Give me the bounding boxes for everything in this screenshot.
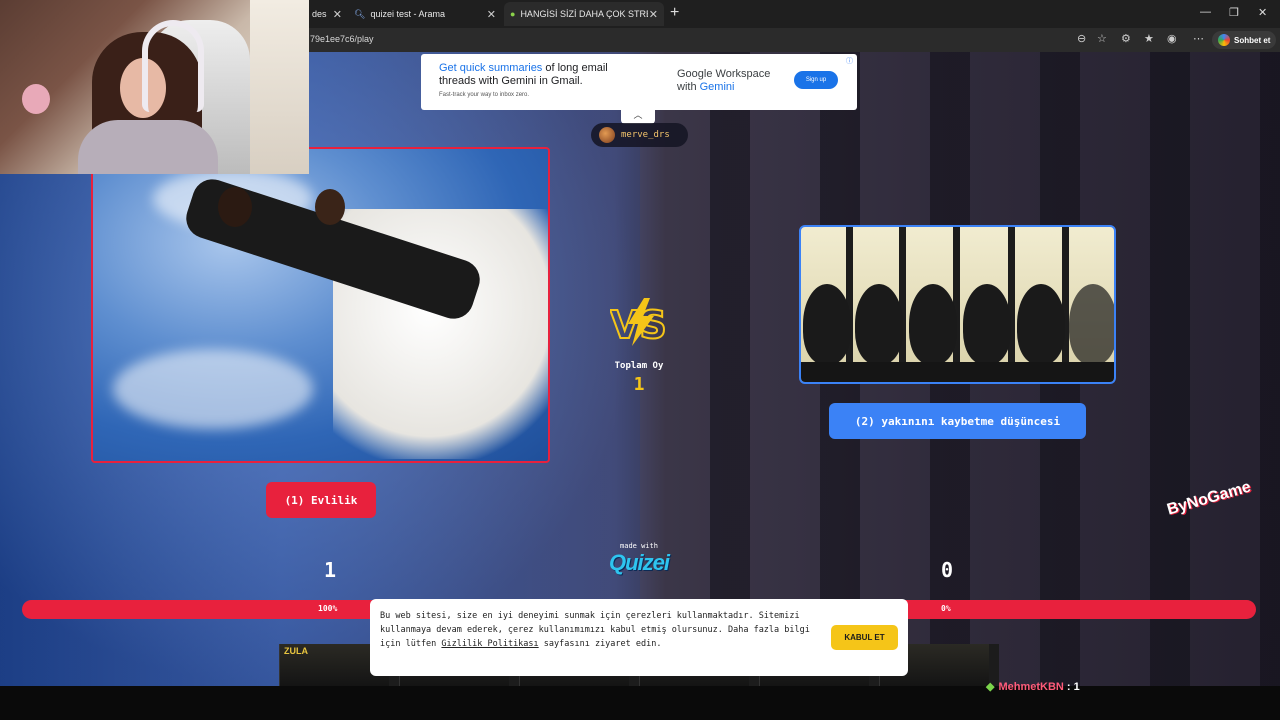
plush-toy-shape (22, 84, 50, 114)
tab-2-label: quizei test - Arama (370, 9, 445, 19)
accept-cookies-button[interactable]: KABUL ET (831, 625, 898, 650)
ad-brand-line1: Google Workspace (677, 68, 771, 80)
collections-icon[interactable]: ★ (1144, 32, 1154, 45)
stream-bottom-strip (0, 686, 1280, 720)
ad-subtext: Fast-track your way to inbox zero. (439, 92, 530, 98)
username: merve_drs (621, 130, 670, 140)
ad-brand-prefix: with (677, 81, 700, 93)
tree-silhouette (1069, 284, 1114, 364)
option-2-button[interactable]: (2) yakınını kaybetme düşüncesi (829, 403, 1086, 439)
ad-brand-line2: with Gemini (677, 81, 770, 94)
bride-head-shape (315, 189, 345, 225)
cloud-shape (113, 349, 313, 429)
zoom-icon[interactable]: ⊖ (1077, 32, 1086, 45)
vs-lightning-icon: VS (610, 298, 668, 348)
tree-silhouette (855, 284, 903, 364)
ad-headline-highlight: Get quick summaries (439, 62, 543, 74)
extensions-icon[interactable]: ⚙ (1121, 32, 1131, 45)
copilot-icon (1218, 34, 1230, 46)
chat-username: MehmetKBN (998, 681, 1064, 693)
minimize-icon[interactable]: — (1200, 6, 1211, 18)
pillar-shape (1008, 227, 1015, 382)
made-with-label: made with (620, 542, 658, 550)
option-1-image[interactable] (91, 147, 550, 463)
tab-close-icon[interactable]: ✕ (333, 8, 342, 21)
ad-brand-gemini: Gemini (699, 81, 735, 93)
screen: des ✕ 🔍︎ quizei test - Arama ✕ ● HANGİSİ… (0, 0, 1280, 720)
ad-signup-button[interactable]: Sign up (794, 71, 838, 89)
option-2-score: 0 (940, 558, 954, 582)
quizei-logo[interactable]: Quizei (590, 550, 688, 576)
option-1-button[interactable]: (1) Evlilik (266, 482, 376, 518)
profile-avatar-icon[interactable]: ◉ (1167, 32, 1177, 45)
copilot-label: Sohbet et (1234, 35, 1271, 45)
headset-shape (142, 20, 204, 112)
tab-1[interactable]: des ✕ (306, 2, 348, 26)
cookie-banner: Bu web sitesi, size en iyi deneyimi sunm… (370, 599, 908, 676)
shelf-shape (250, 0, 309, 174)
user-pill[interactable]: merve_drs (591, 123, 688, 147)
streamer-body-shape (78, 120, 218, 174)
tab-3-label: HANGİSİ SİZİ DAHA ÇOK STRESE S (520, 9, 648, 19)
quiz-favicon-icon: ● (510, 9, 516, 19)
avatar (599, 127, 615, 143)
chat-message: ◆ MehmetKBN : 1 (986, 680, 1080, 693)
gem-icon: ◆ (986, 681, 995, 693)
restore-icon[interactable]: ❐ (1229, 6, 1239, 19)
favorite-star-icon[interactable]: ☆ (1097, 32, 1107, 45)
url-field[interactable]: 79e1ee7c6/play (310, 34, 374, 44)
search-icon: 🔍︎ (354, 8, 366, 19)
total-votes-label: Toplam Oy (614, 361, 664, 371)
total-votes-value: 1 (633, 374, 645, 395)
tree-silhouette (803, 284, 851, 364)
tab-close-icon[interactable]: ✕ (649, 8, 658, 21)
ground-shape (801, 362, 1114, 382)
tab-2[interactable]: 🔍︎ quizei test - Arama ✕ (348, 2, 502, 26)
groom-head-shape (218, 187, 252, 227)
tab-3-active[interactable]: ● HANGİSİ SİZİ DAHA ÇOK STRESE S ✕ (504, 2, 664, 26)
top-ad-banner[interactable]: Get quick summaries of long email thread… (421, 54, 857, 110)
option-1-percent: 100% (318, 604, 338, 613)
option-1-score: 1 (323, 558, 337, 582)
webcam-overlay (0, 0, 309, 174)
option-2-image[interactable] (799, 225, 1116, 384)
chat-count: : 1 (1063, 681, 1080, 693)
tree-silhouette (963, 284, 1011, 364)
copilot-chat-button[interactable]: Sohbet et (1212, 31, 1277, 49)
tab-close-icon[interactable]: ✕ (487, 8, 496, 21)
ad-info-icon[interactable]: ⓘ (846, 56, 853, 66)
cookie-text: Bu web sitesi, size en iyi deneyimi sunm… (380, 609, 820, 651)
more-menu-icon[interactable]: ⋯ (1193, 32, 1204, 45)
option-2-percent: 0% (941, 604, 951, 613)
privacy-policy-link[interactable]: Gizlilik Politikası (441, 639, 538, 649)
ad-brand: Google Workspace with Gemini (677, 68, 770, 94)
ad-headline: Get quick summaries of long email thread… (439, 62, 639, 88)
new-tab-plus-icon[interactable]: + (670, 4, 679, 22)
close-window-icon[interactable]: ✕ (1258, 6, 1267, 19)
cookie-text-end: sayfasını ziyaret edin. (538, 639, 662, 649)
ad-tile-logo: ZULA (284, 646, 308, 656)
tab-1-label: des (312, 9, 327, 19)
tree-silhouette (1017, 284, 1065, 364)
ad-collapse-chevron-icon[interactable]: ︿ (621, 108, 655, 124)
tree-silhouette (909, 284, 957, 364)
pillar-shape (1062, 227, 1069, 382)
